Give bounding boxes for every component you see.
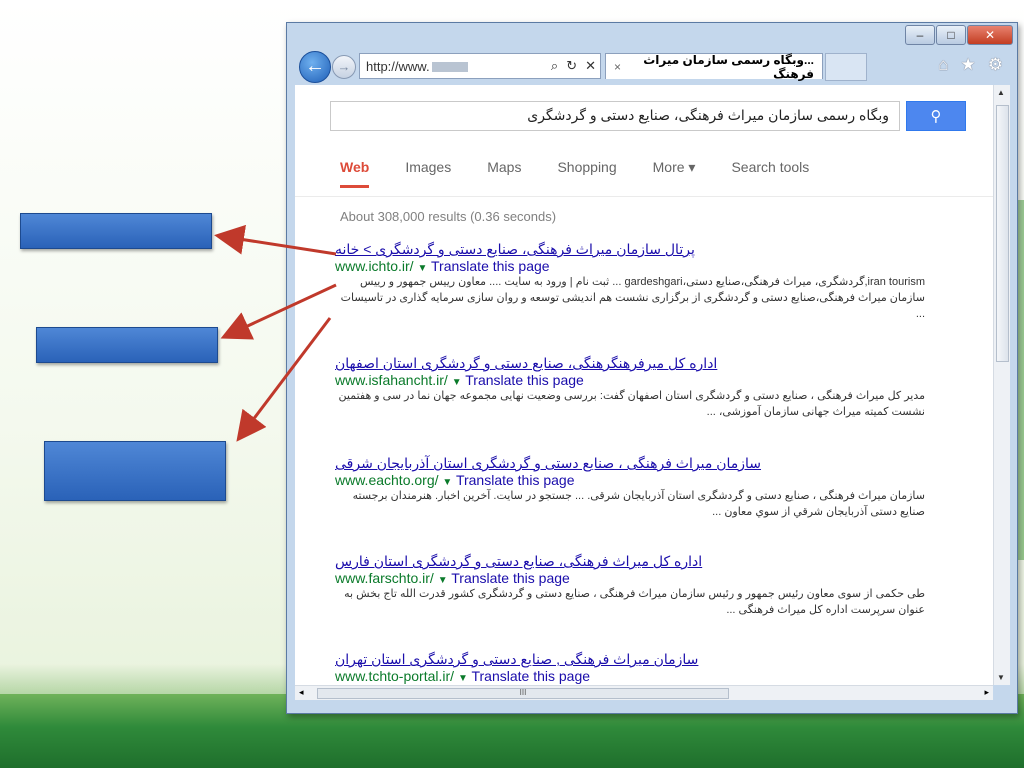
scroll-up-icon[interactable]: ▲ (997, 88, 1005, 97)
browser-icons: ⌂ ★ ⚙ (938, 55, 1003, 75)
result-url: www.farschto.ir/ ▼ Translate this page (335, 570, 570, 586)
result-snippet: iran tourism,گردشگری، میراث فرهنگی،صنایع… (340, 276, 925, 320)
forward-icon[interactable]: → (332, 55, 356, 79)
result-url: www.tchto-portal.ir/ ▼ Translate this pa… (335, 668, 591, 684)
result-url: www.ichto.ir/ ▼ Translate this page (335, 258, 550, 274)
dropdown-arrow-icon[interactable]: ▼ (417, 263, 427, 274)
new-tab-button[interactable] (825, 53, 867, 81)
result-snippet: سازمان میراث فرهنگی ، صنایع دستی و گردشگ… (352, 490, 925, 518)
address-bar[interactable]: http://www. ⌕ ↻ ✕ (359, 53, 601, 79)
translate-link[interactable]: Translate this page (471, 668, 590, 684)
result-title-link[interactable]: سازمان میراث فرهنگی ، صنایع دستی و گردشگ… (335, 455, 925, 472)
tab-close-icon[interactable]: × (614, 60, 621, 74)
vertical-scroll-thumb[interactable] (996, 105, 1009, 362)
search-result: اداره کل میرفرهنگرهنگی، صنایع دستی و گرد… (335, 355, 925, 420)
result-title-link[interactable]: اداره کل میراث فرهنگی، صنایع دستی و گردش… (335, 553, 925, 570)
minimize-button[interactable]: – (905, 25, 935, 45)
scroll-right-icon[interactable]: ▸ (984, 687, 989, 698)
search-row: وبگاه رسمی سازمان میراث فرهنگی، صنایع دس… (330, 101, 966, 133)
horizontal-scrollbar[interactable]: ◂ III ▸ (295, 685, 993, 700)
dropdown-arrow-icon[interactable]: ▼ (458, 673, 468, 684)
settings-icon[interactable]: ⚙ (988, 55, 1003, 75)
result-snippet: مدیر کل میراث فرهنگی ، صنایع دستی و گردش… (338, 390, 925, 418)
search-icon[interactable]: ⌕ (547, 58, 562, 74)
browser-toolbar: ← → http://www. ⌕ ↻ ✕ ...وبگاه رسمی سازم… (295, 49, 1011, 83)
result-title-link[interactable]: سازمان میراث فرهنگی , صنایع دستی و گردشگ… (335, 651, 925, 668)
callout-box-title (20, 213, 212, 249)
browser-window: – □ ✕ ← → http://www. ⌕ ↻ ✕ ...وبگاه رسم… (286, 22, 1018, 714)
tab-shopping[interactable]: Shopping (557, 159, 616, 176)
result-url: www.isfahancht.ir/ ▼ Translate this page (335, 372, 584, 388)
horizontal-scroll-thumb[interactable]: III (317, 688, 729, 699)
page-content: وبگاه رسمی سازمان میراث فرهنگی، صنایع دس… (295, 85, 993, 685)
home-icon[interactable]: ⌂ (938, 55, 948, 75)
refresh-icon[interactable]: ↻ (562, 58, 581, 74)
translate-link[interactable]: Translate this page (431, 258, 550, 274)
search-result: پرتال سازمان میراث فرهنگی، صنایع دستی و … (335, 241, 925, 322)
search-result: اداره کل میراث فرهنگی، صنایع دستی و گردش… (335, 553, 925, 618)
favorites-icon[interactable]: ★ (961, 55, 976, 75)
result-title-link[interactable]: پرتال سازمان میراث فرهنگی، صنایع دستی و … (335, 241, 925, 258)
scroll-down-icon[interactable]: ▼ (997, 673, 1005, 682)
callout-box-url (36, 327, 218, 363)
result-snippet: طی حکمی از سوی معاون رئیس جمهور و رئیس س… (344, 588, 925, 616)
search-result: سازمان میراث فرهنگی , صنایع دستی و گردشگ… (335, 651, 925, 684)
window-controls: – □ ✕ (905, 25, 1013, 45)
search-result: سازمان میراث فرهنگی ، صنایع دستی و گردشگ… (335, 455, 925, 520)
stop-icon[interactable]: ✕ (581, 58, 600, 74)
search-input[interactable]: وبگاه رسمی سازمان میراث فرهنگی، صنایع دس… (330, 101, 900, 131)
result-stats: About 308,000 results (0.36 seconds) (340, 209, 557, 224)
translate-link[interactable]: Translate this page (456, 472, 575, 488)
tab-title: ...وبگاه رسمی سازمان میراث فرهنگ (643, 52, 814, 81)
result-title-link[interactable]: اداره کل میرفرهنگرهنگی، صنایع دستی و گرد… (335, 355, 925, 372)
search-icon: ⚲ (930, 108, 942, 125)
tab-active[interactable]: ...وبگاه رسمی سازمان میراث فرهنگ × (605, 52, 823, 81)
scroll-left-icon[interactable]: ◂ (299, 687, 304, 698)
close-button[interactable]: ✕ (967, 25, 1013, 45)
search-tabs: Web Images Maps Shopping More ▾ Search t… (340, 159, 809, 188)
dropdown-arrow-icon[interactable]: ▼ (452, 377, 462, 388)
translate-link[interactable]: Translate this page (465, 372, 584, 388)
search-button[interactable]: ⚲ (906, 101, 966, 131)
dropdown-arrow-icon[interactable]: ▼ (442, 477, 452, 488)
result-url: www.eachto.org/ ▼ Translate this page (335, 472, 575, 488)
address-url: http://www. (360, 59, 547, 74)
tab-web[interactable]: Web (340, 159, 370, 188)
tab-search-tools[interactable]: Search tools (731, 159, 809, 176)
tab-divider (295, 196, 993, 197)
translate-link[interactable]: Translate this page (451, 570, 570, 586)
maximize-button[interactable]: □ (936, 25, 966, 45)
back-icon[interactable]: ← (299, 51, 331, 83)
tab-more[interactable]: More ▾ (653, 159, 696, 176)
tab-images[interactable]: Images (405, 159, 451, 176)
callout-box-snippet (44, 441, 226, 501)
dropdown-arrow-icon[interactable]: ▼ (438, 575, 448, 586)
vertical-scrollbar[interactable]: ▲ ▼ (993, 85, 1010, 685)
tab-maps[interactable]: Maps (487, 159, 521, 176)
